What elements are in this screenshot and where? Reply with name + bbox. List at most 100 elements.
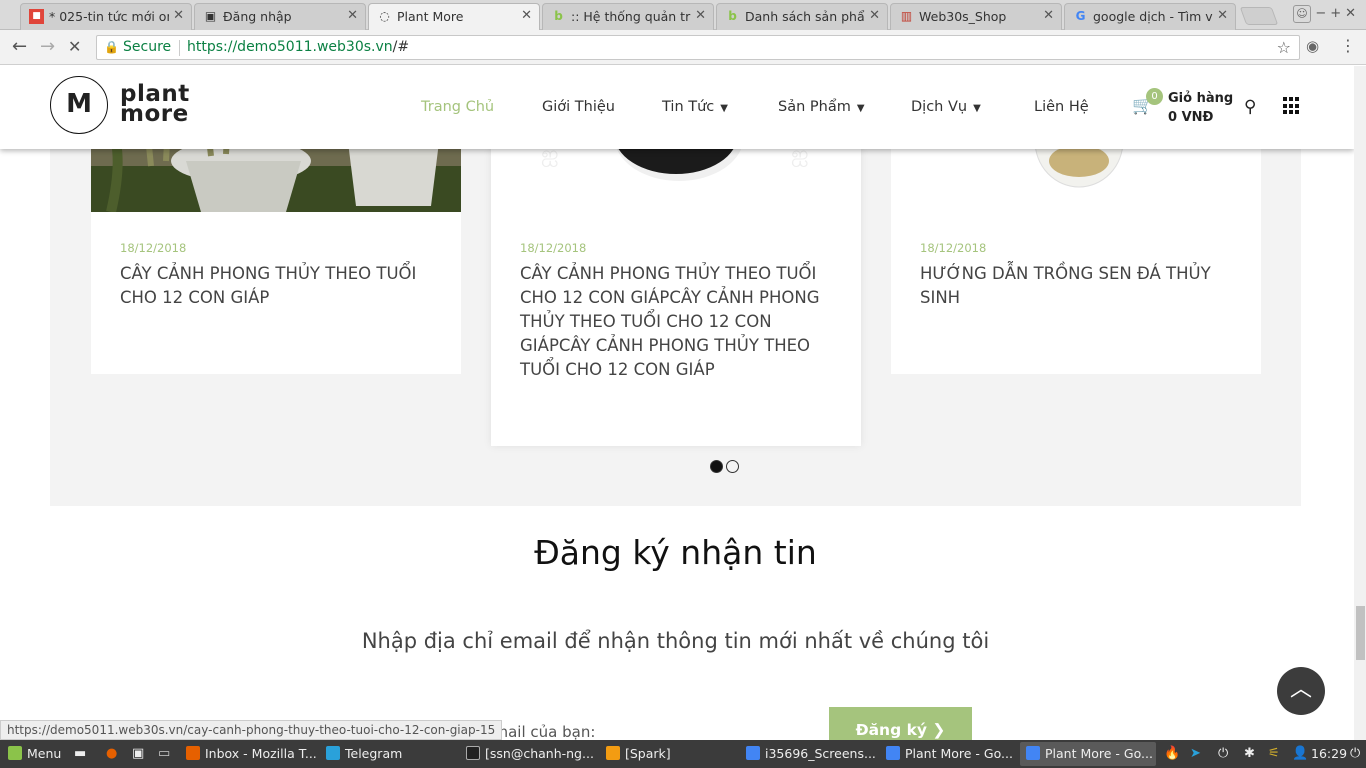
browser-tab-active[interactable]: ◌ Plant More ✕ [368, 3, 540, 31]
network-icon[interactable]: ⚟ [1268, 746, 1280, 761]
camera-icon[interactable]: ◉ [1306, 37, 1319, 55]
taskbar-item[interactable]: [ssn@chanh-ng... [460, 742, 596, 766]
nav-label: Trang Chủ [421, 99, 495, 115]
close-tab-icon[interactable]: ✕ [347, 8, 358, 23]
logo-line: more [120, 101, 189, 127]
close-tab-icon[interactable]: ✕ [1217, 8, 1228, 23]
clock: 16:29 [1311, 746, 1348, 761]
terminal-icon [466, 746, 480, 760]
stop-icon[interactable]: ✕ [68, 37, 81, 56]
url-host: https://demo5011.web30s.vn [187, 39, 393, 55]
taskbar-item-label: [Spark] [625, 746, 671, 761]
subscribe-button-label: Đăng ký [855, 721, 927, 739]
browser-tab[interactable]: G google dịch - Tìm với ✕ [1064, 3, 1236, 30]
taskbar-item[interactable]: Telegram [320, 742, 456, 766]
browser-tab[interactable]: b :: Hệ thống quản trị v ✕ [542, 3, 714, 30]
close-tab-icon[interactable]: ✕ [869, 8, 880, 23]
nav-item-trang-chu[interactable]: Trang Chủ [421, 99, 494, 115]
power-icon[interactable]: ⏻ [1218, 746, 1228, 761]
power-button-icon[interactable]: ⏻ [1350, 746, 1360, 761]
taskbar-item[interactable]: Inbox - Mozilla T... [180, 742, 316, 766]
back-to-top-button[interactable]: ︿ [1277, 667, 1325, 715]
taskbar-item-active[interactable]: Plant More - Go... [1020, 742, 1156, 766]
chevron-up-icon: ︿ [1289, 677, 1312, 702]
mint-logo-icon [8, 746, 22, 760]
chrome-icon [1026, 746, 1040, 760]
desktop-icon[interactable]: ▬ [74, 746, 86, 761]
chevron-right-icon: ❯ [932, 721, 946, 739]
nav-label: Liên Hệ [1034, 99, 1089, 115]
taskbar-item[interactable]: i35696_Screens... [740, 742, 876, 766]
browser-toolbar: ← → ✕ 🔒 Secure https://demo5011.web30s.v… [0, 30, 1366, 65]
tab-title: * 025-tin tức mới on [49, 9, 169, 24]
back-icon[interactable]: ← [12, 36, 27, 57]
nav-item-dich-vu[interactable]: Dịch Vụ ▼ [911, 99, 981, 115]
logo-mark[interactable]: M [50, 76, 108, 134]
caret-down-icon: ▼ [856, 103, 865, 114]
forward-icon[interactable]: → [40, 36, 55, 57]
firefox-icon[interactable]: ● [106, 746, 117, 761]
b-icon: b [554, 9, 563, 23]
spark-icon [606, 746, 620, 760]
taskbar-item-label: Plant More - Go... [905, 746, 1013, 761]
cart-summary[interactable]: Giỏ hàng 0 VNĐ [1168, 89, 1233, 127]
lock-icon: 🔒 [104, 40, 119, 54]
tab-title: Plant More [397, 9, 464, 24]
nav-label: Dịch Vụ [911, 99, 968, 115]
tab-title: Đăng nhập [223, 9, 292, 24]
image-icon: ▥ [900, 9, 913, 23]
search-icon[interactable]: ⚲ [1244, 97, 1256, 117]
bluetooth-icon[interactable]: ✱ [1244, 746, 1255, 761]
news-date: 18/12/2018 [120, 241, 187, 255]
document-icon: ■ [29, 9, 44, 24]
close-tab-icon[interactable]: ✕ [173, 8, 184, 23]
nav-item-gioi-thieu[interactable]: Giới Thiệu [542, 99, 615, 115]
new-tab-button[interactable] [1239, 7, 1279, 25]
scrollbar-thumb[interactable] [1356, 606, 1365, 660]
telegram-icon [326, 746, 340, 760]
nav-item-tin-tuc[interactable]: Tin Tức ▼ [662, 99, 728, 115]
news-title[interactable]: CÂY CẢNH PHONG THỦY THEO TUỔI CHO 12 CON… [520, 262, 838, 382]
start-menu-button[interactable]: Menu [2, 742, 68, 766]
news-title[interactable]: HƯỚNG DẪN TRỒNG SEN ĐÁ THỦY SINH [920, 262, 1238, 310]
cart-label: Giỏ hàng [1168, 91, 1234, 106]
taskbar-item-label: Telegram [345, 746, 403, 761]
nav-item-san-pham[interactable]: Sản Phẩm ▼ [778, 99, 865, 115]
status-bar-url: https://demo5011.web30s.vn/cay-canh-phon… [0, 720, 503, 740]
browser-tab[interactable]: ▥ Web30s_Shop ✕ [890, 3, 1062, 30]
chrome-icon [886, 746, 900, 760]
close-tab-icon[interactable]: ✕ [1043, 8, 1054, 23]
browser-tab[interactable]: ■ * 025-tin tức mới on ✕ [20, 3, 192, 30]
close-tab-icon[interactable]: ✕ [521, 8, 532, 23]
files-icon[interactable]: ▭ [158, 746, 170, 761]
browser-tab[interactable]: ▣ Đăng nhập ✕ [194, 3, 366, 30]
tab-title: google dịch - Tìm với [1093, 9, 1213, 24]
taskbar-item[interactable]: Plant More - Go... [880, 742, 1016, 766]
menu-dots-icon[interactable]: ⋮ [1340, 36, 1356, 55]
telegram-tray-icon[interactable]: ➤ [1190, 746, 1201, 761]
carousel-dot-active[interactable] [710, 460, 723, 473]
taskbar-item-label: i35696_Screens... [765, 746, 876, 761]
subscribe-heading: Đăng ký nhận tin [534, 533, 817, 572]
window-controls[interactable]: −+✕ [1315, 6, 1360, 21]
tab-title: Web30s_Shop [919, 9, 1007, 24]
bookmark-star-icon[interactable]: ☆ [1277, 38, 1291, 57]
url-path: /# [392, 39, 410, 55]
cart-total: 0 VNĐ [1168, 110, 1214, 125]
logo-wordmark[interactable]: plant more [120, 83, 190, 127]
news-title[interactable]: CÂY CẢNH PHONG THỦY THEO TUỔI CHO 12 CON… [120, 262, 438, 310]
nav-item-lien-he[interactable]: Liên Hệ [1034, 99, 1089, 115]
security-label: Secure [123, 39, 172, 55]
taskbar-item[interactable]: [Spark] [600, 742, 736, 766]
address-bar[interactable]: 🔒 Secure https://demo5011.web30s.vn/# ☆ [96, 35, 1300, 60]
carousel-dot[interactable] [726, 460, 739, 473]
page-scrollbar[interactable] [1354, 66, 1366, 740]
browser-tab[interactable]: b Danh sách sản phẩm ✕ [716, 3, 888, 30]
flame-icon[interactable]: 🔥 [1164, 746, 1180, 761]
user-icon[interactable]: 👤 [1292, 746, 1308, 761]
profile-icon[interactable]: ☺ [1293, 5, 1311, 23]
terminal-icon[interactable]: ▣ [132, 746, 144, 761]
subscribe-button[interactable]: Đăng ký ❯ [829, 707, 972, 740]
apps-grid-icon[interactable] [1283, 97, 1301, 115]
close-tab-icon[interactable]: ✕ [695, 8, 706, 23]
